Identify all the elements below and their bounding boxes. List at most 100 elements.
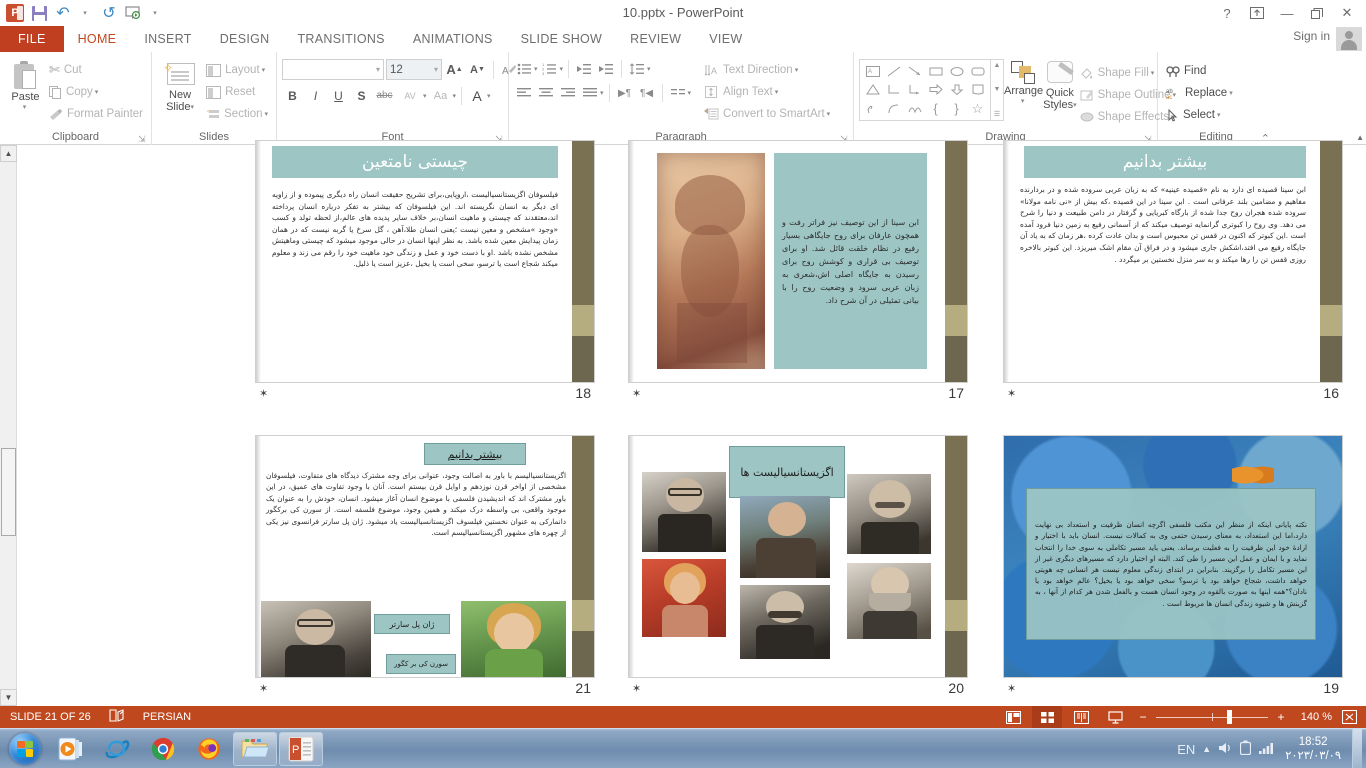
slide-thumbnail[interactable]: بیشتر بدانیم اگزیستانسیالیسم با باور به … <box>255 435 595 678</box>
notes-icon[interactable] <box>109 709 125 725</box>
slide-cell-19[interactable]: نکته پایانی اینکه از منظر این مکتب فلسفی… <box>1003 435 1343 697</box>
reading-view-button[interactable] <box>1066 706 1096 728</box>
align-text-button[interactable]: Align Text ▾ <box>701 81 833 103</box>
slide-cell-21[interactable]: بیشتر بدانیم اگزیستانسیالیسم با باور به … <box>255 435 595 697</box>
slide-thumbnail[interactable]: چیستی نامتعین فیلسوفان اگزیستانسیالیست ،… <box>255 140 595 383</box>
shape-triangle-icon[interactable] <box>862 81 883 100</box>
font-color-dropdown-icon[interactable]: ▾ <box>487 92 491 100</box>
undo-icon[interactable]: ↶ <box>52 2 74 24</box>
numbering-button[interactable]: 123 <box>540 59 560 79</box>
save-icon[interactable] <box>28 2 50 24</box>
format-painter-button[interactable]: Format Painter <box>46 103 146 125</box>
tab-animations[interactable]: ANIMATIONS <box>399 26 507 52</box>
show-desktop-button[interactable] <box>1352 729 1362 768</box>
zoom-slider-thumb[interactable] <box>1227 710 1232 724</box>
tab-slide-show[interactable]: SLIDE SHOW <box>507 26 617 52</box>
taskbar-item-internet-explorer[interactable] <box>95 732 139 766</box>
section-button[interactable]: ✧ Section ▾ <box>203 103 271 125</box>
convert-to-smartart-dropdown-icon[interactable]: ▾ <box>827 110 831 118</box>
section-dropdown-icon[interactable]: ▾ <box>264 110 268 118</box>
copy-dropdown-icon[interactable]: ▾ <box>95 88 99 96</box>
new-slide-button[interactable]: ✧ New Slide ▾ <box>157 55 203 113</box>
font-name-dropdown-icon[interactable]: ▾ <box>376 65 380 74</box>
slide-thumbnail[interactable]: ابن سینا از این توصیف نیز فراتر رفت و هم… <box>628 140 968 383</box>
battery-icon[interactable] <box>1240 740 1251 758</box>
shape-rounded-rect-icon[interactable] <box>967 62 988 81</box>
zoom-out-button[interactable]: − <box>1134 706 1152 728</box>
scroll-up-arrow[interactable]: ▲ <box>0 145 17 162</box>
italic-button[interactable]: I <box>305 85 326 106</box>
tab-review[interactable]: REVIEW <box>616 26 695 52</box>
start-button[interactable] <box>2 731 48 767</box>
layout-dropdown-icon[interactable]: ▾ <box>262 66 266 74</box>
help-icon[interactable]: ? <box>1212 1 1242 25</box>
volume-icon[interactable] <box>1218 741 1233 758</box>
avatar[interactable] <box>1336 27 1362 51</box>
shape-fill-dropdown-icon[interactable]: ▾ <box>1151 69 1155 77</box>
animation-star-icon[interactable]: ✶ <box>259 682 268 695</box>
change-case-dropdown-icon[interactable]: ▾ <box>453 92 457 100</box>
shape-line-icon[interactable] <box>883 62 904 81</box>
text-shadow-button[interactable]: S <box>351 85 372 106</box>
text-direction-button[interactable]: A Text Direction ▾ <box>701 59 833 81</box>
shape-right-brace-icon[interactable]: } <box>946 99 967 118</box>
underline-button[interactable]: U <box>328 85 349 106</box>
arrange-dropdown-icon[interactable]: ▾ <box>1021 97 1025 105</box>
fit-slide-to-window-button[interactable] <box>1336 706 1362 728</box>
customize-qat-icon[interactable]: ▾ <box>144 2 166 24</box>
animation-star-icon[interactable]: ✶ <box>632 387 641 400</box>
slide-thumbnail[interactable]: بیشتر بدانیم ابن سینا قصیده ای دارد به ن… <box>1003 140 1343 383</box>
shape-arc-icon[interactable] <box>883 99 904 118</box>
find-button[interactable]: Find <box>1163 60 1236 82</box>
shape-arrow-icon[interactable] <box>904 62 925 81</box>
shape-scribble-icon[interactable] <box>862 99 883 118</box>
slide-thumbnail[interactable]: اگزیستانسیالیست ها <box>628 435 968 678</box>
shape-connector-arrow-icon[interactable] <box>904 81 925 100</box>
tab-view[interactable]: VIEW <box>695 26 756 52</box>
shape-curve-icon[interactable] <box>904 99 925 118</box>
decrease-font-size-button[interactable]: A▼ <box>467 59 488 80</box>
bullets-dropdown-icon[interactable]: ▾ <box>534 65 538 73</box>
font-name-input[interactable]: ▾ <box>282 59 384 80</box>
shapes-scrollbar[interactable]: ▲ ▼ ☰ <box>991 59 1004 121</box>
clipboard-dialog-launcher[interactable]: ⇲ <box>138 134 148 144</box>
ribbon-display-options-icon[interactable] <box>1242 1 1272 25</box>
scroll-down-arrow[interactable]: ▼ <box>0 689 17 706</box>
justify-dropdown-icon[interactable]: ▾ <box>600 89 604 97</box>
animation-star-icon[interactable]: ✶ <box>632 682 641 695</box>
rtl-text-direction-button[interactable]: ¶◀ <box>637 83 657 103</box>
tab-transitions[interactable]: TRANSITIONS <box>283 26 398 52</box>
language-indicator-tray[interactable]: EN <box>1177 742 1195 757</box>
undo-dropdown-icon[interactable]: ▾ <box>74 2 96 24</box>
minimize-button[interactable]: — <box>1272 1 1302 25</box>
restore-button[interactable] <box>1302 1 1332 25</box>
network-icon[interactable] <box>1258 741 1274 758</box>
slide-cell-17[interactable]: ابن سینا از این توصیف نیز فراتر رفت و هم… <box>628 140 968 402</box>
change-case-button[interactable]: Aa <box>429 85 453 106</box>
layout-button[interactable]: Layout ▾ <box>203 59 271 81</box>
replace-button[interactable]: abac Replace ▾ <box>1163 82 1236 104</box>
align-left-button[interactable] <box>514 83 534 103</box>
copy-button[interactable]: Copy ▾ <box>46 81 146 103</box>
tab-design[interactable]: DESIGN <box>206 26 284 52</box>
align-text-dropdown-icon[interactable]: ▾ <box>775 88 779 96</box>
slide-show-view-button[interactable] <box>1100 706 1130 728</box>
close-button[interactable]: ✕ <box>1332 1 1362 25</box>
character-spacing-dropdown-icon[interactable]: ▾ <box>423 92 427 100</box>
decrease-indent-button[interactable] <box>574 59 594 79</box>
replace-dropdown-icon[interactable]: ▾ <box>1229 89 1233 97</box>
align-center-button[interactable] <box>536 83 556 103</box>
slide-cell-18[interactable]: چیستی نامتعین فیلسوفان اگزیستانسیالیست ،… <box>255 140 595 402</box>
animation-star-icon[interactable]: ✶ <box>1007 387 1016 400</box>
zoom-slider[interactable] <box>1156 706 1268 728</box>
clock[interactable]: 18:52 ۲۰۲۳/۰۳/۰۹ <box>1281 735 1345 763</box>
slide-thumbnail[interactable]: نکته پایانی اینکه از منظر این مکتب فلسفی… <box>1003 435 1343 678</box>
bold-button[interactable]: B <box>282 85 303 106</box>
shape-rectangle-icon[interactable] <box>925 62 946 81</box>
taskbar-item-powerpoint[interactable]: P <box>279 732 323 766</box>
convert-to-smartart-button[interactable]: Convert to SmartArt ▾ <box>701 103 833 125</box>
shapes-scroll-down-icon[interactable]: ▼ <box>994 86 1001 93</box>
justify-button[interactable] <box>580 83 600 103</box>
taskbar-item-google-chrome[interactable] <box>141 732 185 766</box>
select-dropdown-icon[interactable]: ▾ <box>1217 111 1221 119</box>
